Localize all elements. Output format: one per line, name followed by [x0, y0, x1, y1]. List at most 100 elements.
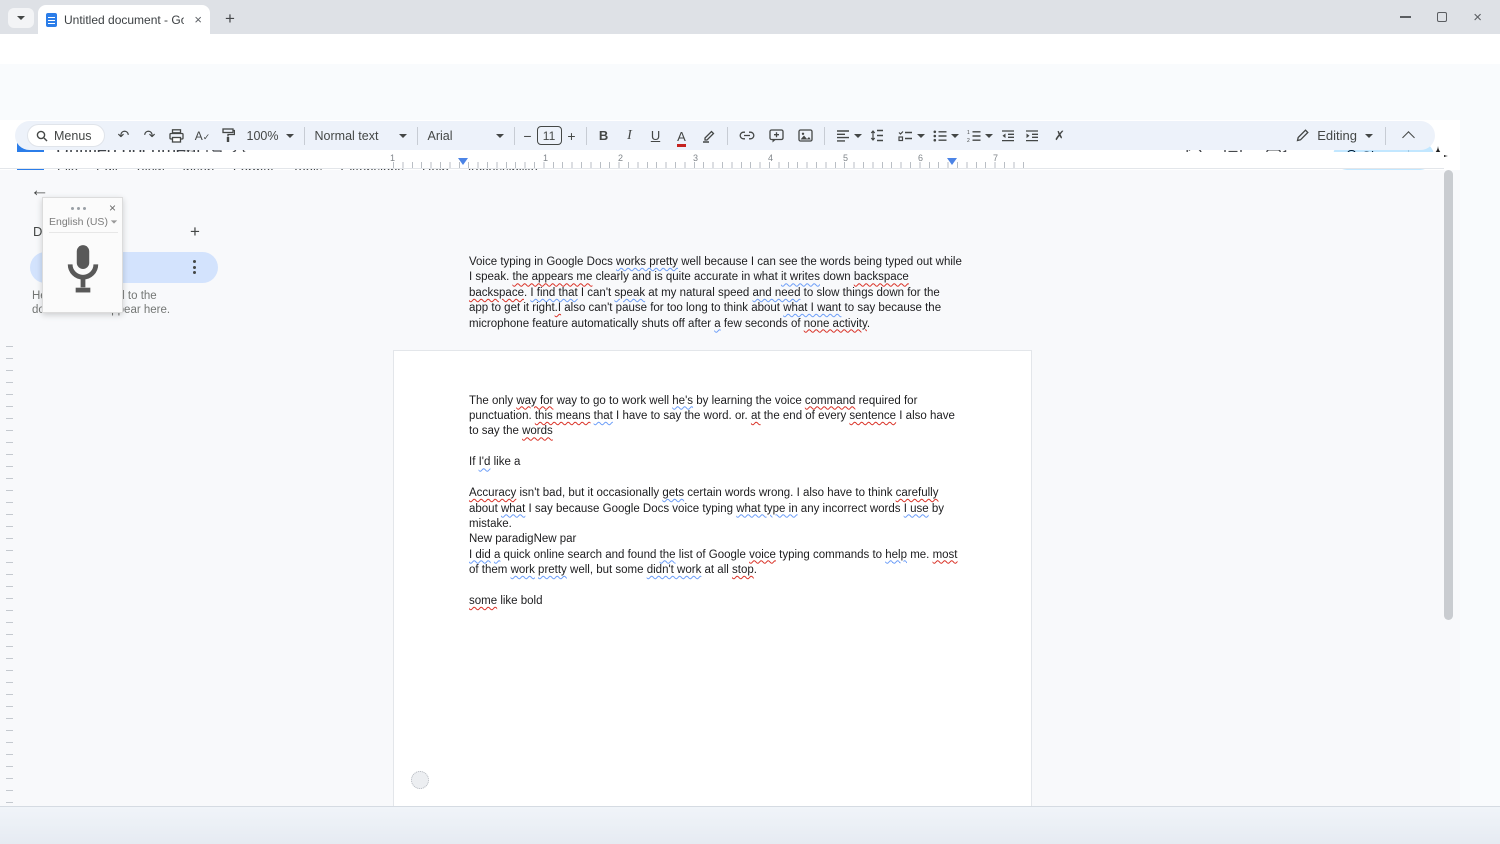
toolbar-divider: [304, 127, 305, 145]
line-spacing-button[interactable]: [870, 129, 884, 142]
screen: Untitled document - Google Dc × + × ← → …: [0, 0, 1500, 844]
clear-formatting-button[interactable]: ✗: [1047, 128, 1073, 144]
align-dropdown-icon[interactable]: [854, 134, 862, 138]
highlight-color-button[interactable]: [702, 129, 716, 143]
window-close-button[interactable]: ×: [1473, 9, 1482, 26]
chevron-down-icon: [111, 220, 117, 223]
chevron-down-icon: [1365, 134, 1373, 138]
window-minimize-button[interactable]: [1400, 16, 1411, 18]
numbered-list-button[interactable]: 12: [967, 130, 981, 142]
voice-popup-close-icon[interactable]: ×: [109, 201, 116, 215]
tab-options-icon[interactable]: [193, 260, 196, 274]
vertical-ruler: [6, 346, 13, 844]
increase-font-size-button[interactable]: +: [562, 128, 582, 144]
font-select[interactable]: Arial: [422, 129, 510, 143]
paragraph: The only way for way to go to work well …: [469, 394, 962, 440]
redo-button[interactable]: ↷: [137, 127, 163, 144]
ruler-label: 4: [768, 153, 773, 163]
svg-text:1: 1: [967, 130, 970, 136]
tab-title: Untitled document - Google Dc: [64, 13, 184, 27]
decrease-indent-button[interactable]: [1001, 130, 1015, 142]
voice-typing-popup[interactable]: × English (US): [42, 197, 123, 313]
drag-handle-icon[interactable]: [71, 207, 86, 210]
editing-mode-select[interactable]: Editing: [1296, 127, 1427, 145]
paragraph: [469, 332, 962, 347]
numbered-list-dropdown-icon[interactable]: [985, 134, 993, 138]
toolbar-divider: [417, 127, 418, 145]
ruler-label: 3: [693, 153, 698, 163]
paragraph: I did a quick online search and found th…: [469, 548, 962, 579]
bulleted-list-dropdown-icon[interactable]: [951, 134, 959, 138]
ruler-ticks: [393, 162, 1032, 168]
chevron-down-icon: [399, 134, 407, 138]
window-controls: ×: [1400, 0, 1492, 34]
add-comment-button[interactable]: [769, 129, 784, 143]
browser-tab-strip: Untitled document - Google Dc × + ×: [0, 0, 1500, 34]
new-tab-button[interactable]: +: [220, 9, 240, 29]
chevron-down-icon: [17, 16, 25, 20]
align-button[interactable]: [836, 130, 850, 142]
right-indent-marker[interactable]: [947, 158, 957, 165]
paragraph: [469, 347, 962, 362]
increase-indent-button[interactable]: [1025, 130, 1039, 142]
collapse-menus-icon[interactable]: [1402, 131, 1415, 144]
paragraph: [469, 378, 962, 393]
insert-image-button[interactable]: [798, 129, 813, 142]
paragraph: New paradigNew par: [469, 532, 962, 547]
docs-file-icon: [46, 13, 57, 27]
menus-label: Menus: [54, 129, 92, 143]
chevron-down-icon: [286, 134, 294, 138]
taskbar: 3 24°C Partly sunny Search: [0, 806, 1500, 844]
underline-button[interactable]: U: [643, 128, 669, 143]
checklist-button[interactable]: [898, 130, 913, 142]
toolbar-divider: [586, 127, 587, 145]
font-size-input[interactable]: 11: [537, 126, 562, 145]
menus-search-button[interactable]: Menus: [27, 124, 105, 147]
paragraph: If I'd like a: [469, 455, 962, 470]
decrease-font-size-button[interactable]: −: [519, 128, 537, 144]
toolbar-divider: [514, 127, 515, 145]
paragraph-style-select[interactable]: Normal text: [309, 129, 413, 143]
italic-button[interactable]: I: [617, 128, 643, 144]
add-tab-button[interactable]: +: [190, 222, 200, 242]
paint-format-button[interactable]: [222, 128, 235, 143]
checklist-dropdown-icon[interactable]: [917, 134, 925, 138]
text-color-button[interactable]: A: [669, 128, 695, 144]
paragraph: some like bold: [469, 594, 962, 609]
workspace-side-panel: +: [1460, 120, 1500, 806]
docs-header: Untitled document ☆ FileEditViewInsertFo…: [0, 64, 1500, 120]
vertical-scrollbar[interactable]: [1444, 170, 1453, 620]
toolbar-divider: [824, 127, 825, 145]
bold-button[interactable]: B: [591, 128, 617, 143]
ruler-label: 1: [543, 153, 548, 163]
toolbar-divider: [1385, 127, 1386, 145]
paragraph: [469, 471, 962, 486]
docs-toolbar: Menus ↶ ↷ A✓ 100% Normal text Arial − 11…: [15, 121, 1435, 150]
spinner-icon: [411, 771, 429, 789]
search-icon: [36, 130, 48, 142]
insert-link-button[interactable]: [739, 131, 755, 140]
browser-tab[interactable]: Untitled document - Google Dc ×: [38, 5, 210, 34]
tab-search-button[interactable]: [8, 8, 34, 28]
voice-language-select[interactable]: English (US): [49, 216, 118, 233]
zoom-select[interactable]: 100%: [241, 129, 300, 143]
spelling-check-button[interactable]: A✓: [190, 129, 216, 143]
ruler-label: 5: [843, 153, 848, 163]
paragraph: [469, 363, 962, 378]
paragraph: Accuracy isn't bad, but it occasionally …: [469, 486, 962, 532]
horizontal-ruler[interactable]: 11234567: [0, 152, 1444, 169]
bulleted-list-button[interactable]: [933, 130, 947, 142]
chevron-down-icon: [496, 134, 504, 138]
tab-close-icon[interactable]: ×: [194, 13, 202, 26]
svg-text:2: 2: [967, 138, 970, 142]
window-maximize-button[interactable]: [1437, 12, 1447, 22]
print-button[interactable]: [169, 129, 184, 143]
left-indent-marker[interactable]: [458, 158, 468, 165]
pencil-icon: [1296, 129, 1309, 142]
undo-button[interactable]: ↶: [111, 127, 137, 144]
voice-typing-mic-button[interactable]: [61, 243, 105, 295]
ruler-label: 7: [993, 153, 998, 163]
document-text[interactable]: Voice typing in Google Docs works pretty…: [469, 255, 962, 609]
paragraph: [469, 440, 962, 455]
toolbar-divider: [727, 127, 728, 145]
